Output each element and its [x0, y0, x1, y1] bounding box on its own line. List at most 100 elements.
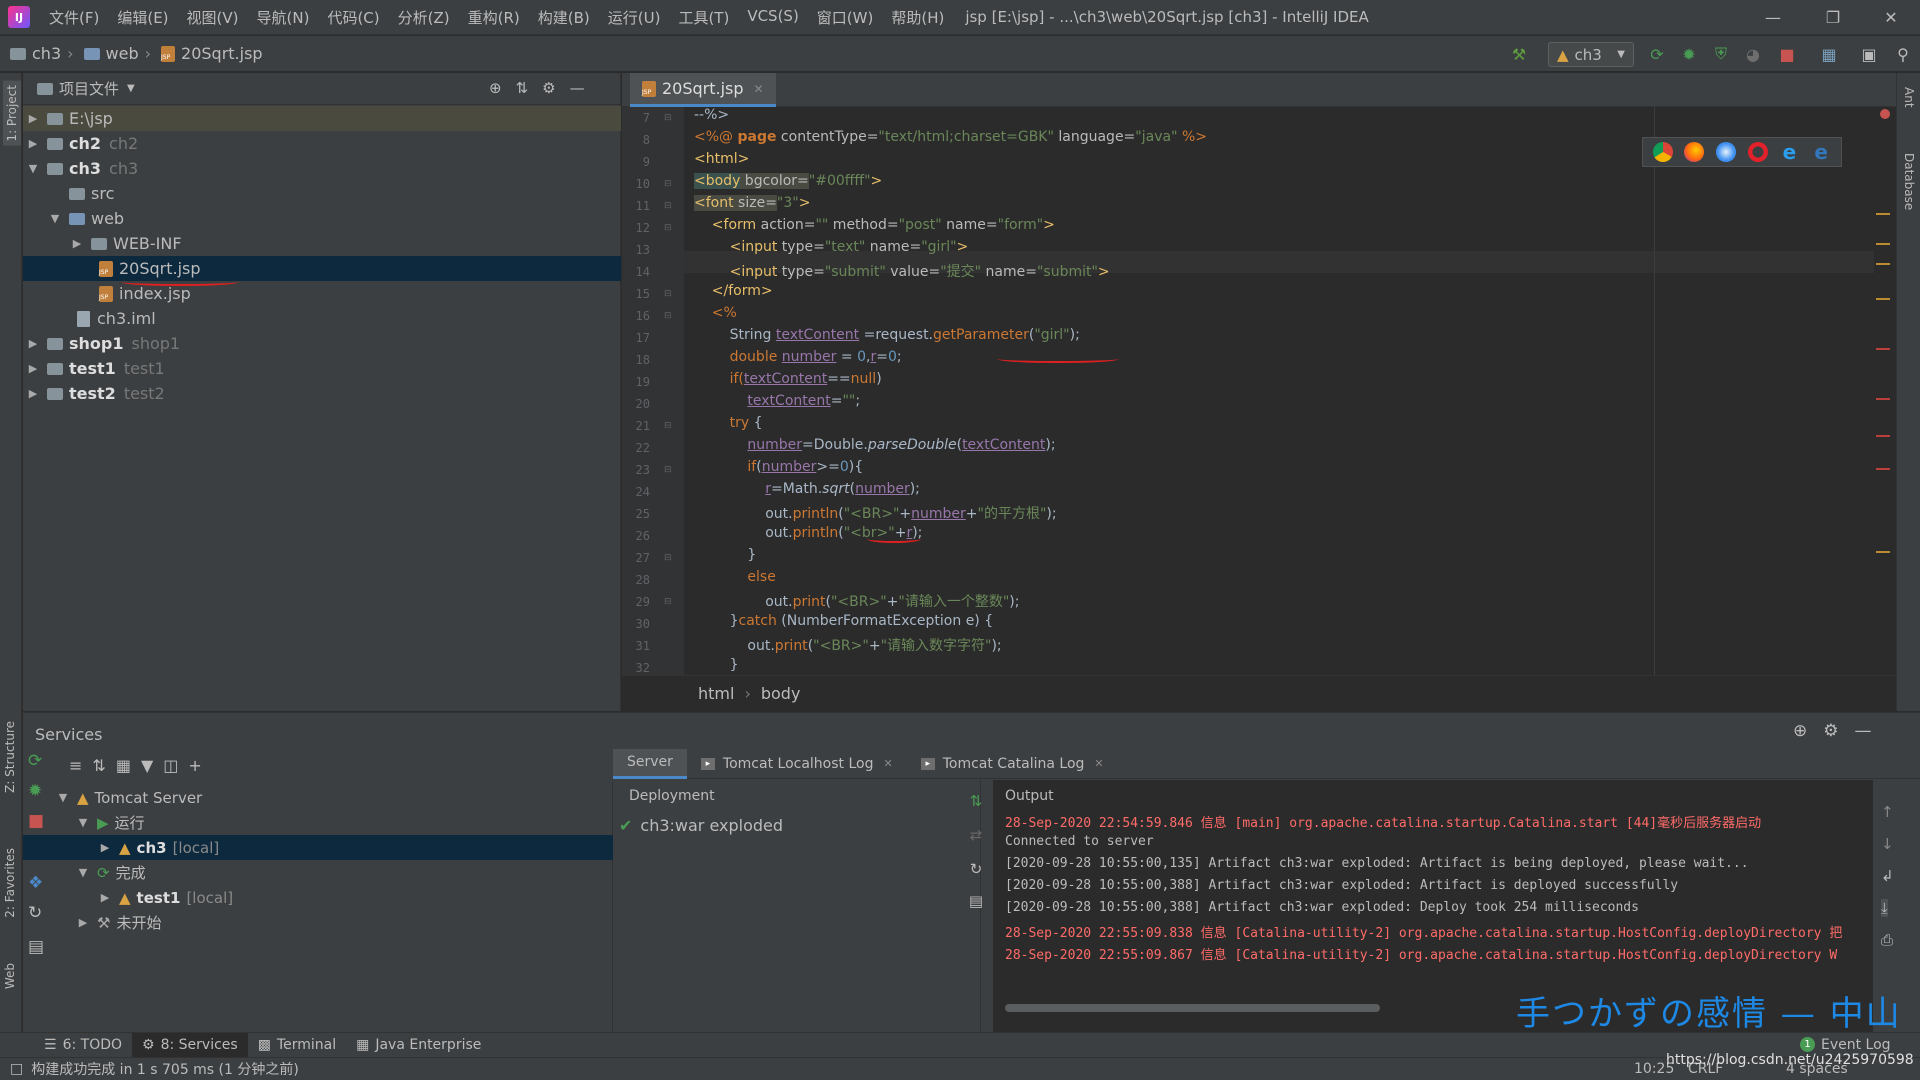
- rerun-icon[interactable]: ⟳: [1646, 44, 1668, 64]
- warning-marker[interactable]: [1876, 551, 1890, 553]
- fold-marker-icon[interactable]: ⊟: [664, 465, 672, 475]
- expand-icon[interactable]: ▶: [69, 237, 85, 250]
- fold-marker-icon[interactable]: ⊟: [664, 289, 672, 299]
- fold-marker-icon[interactable]: ⊟: [664, 421, 672, 431]
- tree-item-test1[interactable]: ▶ test1 test1: [23, 356, 621, 381]
- collapse-all-icon[interactable]: ⇅: [516, 79, 529, 97]
- structure-tool-button[interactable]: Z: Structure: [3, 721, 17, 793]
- tree-item-iml[interactable]: ch3.iml: [23, 306, 621, 331]
- menu-item[interactable]: 重构(R): [459, 7, 529, 28]
- project-structure-icon[interactable]: ▦: [1818, 44, 1840, 64]
- tab-server[interactable]: Server: [613, 748, 687, 779]
- error-marker[interactable]: [1876, 435, 1890, 437]
- warning-marker[interactable]: [1876, 263, 1890, 265]
- debug-bug-icon[interactable]: ✹: [1678, 44, 1700, 64]
- collapse-icon[interactable]: ▼: [47, 212, 63, 225]
- status-toggle-icon[interactable]: □: [10, 1061, 23, 1077]
- menu-item[interactable]: VCS(S): [738, 7, 807, 28]
- tree-item-index[interactable]: index.jsp: [23, 281, 621, 306]
- group-services-icon[interactable]: ▦: [116, 756, 131, 775]
- ant-tool-button[interactable]: Ant: [1902, 87, 1916, 108]
- editor-tab-20sqrt[interactable]: 20Sqrt.jsp ✕: [630, 73, 776, 107]
- scroll-down-icon[interactable]: ↓: [1881, 835, 1894, 853]
- tree-item-ch2[interactable]: ▶ ch2 ch2: [23, 131, 621, 156]
- locate-icon[interactable]: ⊕: [1793, 721, 1807, 741]
- chevron-down-icon[interactable]: ▼: [127, 83, 135, 94]
- close-tab-icon[interactable]: ✕: [883, 757, 892, 770]
- fold-marker-icon[interactable]: ⊟: [664, 179, 672, 189]
- service-tomcat-server[interactable]: ▼ ▲ Tomcat Server: [23, 785, 613, 810]
- horizontal-scrollbar[interactable]: [1005, 1004, 1380, 1012]
- tab-catalina-log[interactable]: ▸ Tomcat Catalina Log ✕: [907, 749, 1118, 779]
- project-tool-button[interactable]: 1: Project: [3, 81, 21, 146]
- crumb-html[interactable]: html: [698, 684, 734, 703]
- new-service-tab-icon[interactable]: ◫: [163, 756, 178, 775]
- menu-item[interactable]: 构建(B): [529, 7, 599, 28]
- menu-item[interactable]: 分析(Z): [389, 7, 459, 28]
- error-marker[interactable]: [1876, 348, 1890, 350]
- tree-item-root[interactable]: ▶ E:\jsp: [23, 106, 621, 131]
- services-tool-tab[interactable]: ⚙ 8: Services: [132, 1032, 248, 1058]
- internet-explorer-icon[interactable]: e: [1779, 142, 1799, 162]
- add-icon[interactable]: +: [188, 756, 201, 775]
- run-config-select[interactable]: ▲ ch3 ▼: [1548, 42, 1634, 67]
- rerun-icon[interactable]: ⟳: [28, 751, 42, 771]
- tree-item-web-inf[interactable]: ▶ WEB-INF: [23, 231, 621, 256]
- expand-icon[interactable]: ▶: [97, 891, 113, 904]
- tree-item-src[interactable]: src: [23, 181, 621, 206]
- hide-icon[interactable]: —: [570, 79, 585, 97]
- gear-icon[interactable]: ⚙: [1823, 721, 1838, 741]
- minimize-icon[interactable]: —: [1744, 0, 1802, 35]
- chrome-icon[interactable]: [1652, 142, 1673, 162]
- fold-marker-icon[interactable]: ⊟: [664, 201, 672, 211]
- expand-all-icon[interactable]: ≡: [69, 756, 82, 775]
- breadcrumb-ch3[interactable]: ch3 ›: [0, 44, 74, 63]
- breadcrumb-web[interactable]: web ›: [74, 44, 151, 63]
- restore-icon[interactable]: ❐: [1804, 0, 1862, 35]
- opera-icon[interactable]: [1747, 142, 1768, 162]
- warning-marker[interactable]: [1876, 298, 1890, 300]
- expand-icon[interactable]: ▶: [25, 112, 41, 125]
- service-test1[interactable]: ▶ ▲ test1 [local]: [23, 885, 613, 910]
- error-marker[interactable]: [1876, 468, 1890, 470]
- breadcrumb-file[interactable]: 20Sqrt.jsp: [151, 44, 263, 63]
- project-view-select[interactable]: 项目文件: [59, 78, 119, 99]
- profile-icon[interactable]: ◕: [1742, 44, 1764, 64]
- print-icon[interactable]: ⎙: [1881, 931, 1893, 949]
- menu-item[interactable]: 运行(U): [599, 7, 670, 28]
- filter-icon[interactable]: ▼: [141, 756, 153, 775]
- service-group-not-started[interactable]: ▶ ⚒ 未开始: [23, 910, 613, 935]
- service-group-running[interactable]: ▼ ▶ 运行: [23, 810, 613, 835]
- favorites-tool-button[interactable]: 2: Favorites: [3, 848, 17, 918]
- collapse-icon[interactable]: ▼: [75, 866, 91, 879]
- menu-item[interactable]: 代码(C): [318, 7, 388, 28]
- build-hammer-icon[interactable]: ⚒: [1508, 44, 1530, 64]
- menu-item[interactable]: 视图(V): [178, 7, 248, 28]
- fold-marker-icon[interactable]: ⊟: [664, 223, 672, 233]
- expand-icon[interactable]: ▶: [25, 137, 41, 150]
- service-ch3[interactable]: ▶ ▲ ch3 [local]: [23, 835, 613, 860]
- add-artifact-icon[interactable]: ▤: [967, 892, 985, 910]
- menu-item[interactable]: 文件(F): [40, 7, 108, 28]
- service-group-finished[interactable]: ▼ ⟳ 完成: [23, 860, 613, 885]
- menu-item[interactable]: 导航(N): [248, 7, 319, 28]
- expand-icon[interactable]: ▶: [97, 841, 113, 854]
- tree-item-web[interactable]: ▼ web: [23, 206, 621, 231]
- expand-icon[interactable]: ▶: [25, 337, 41, 350]
- expand-icon[interactable]: ▶: [25, 387, 41, 400]
- crumb-body[interactable]: body: [761, 684, 801, 703]
- scroll-to-end-icon[interactable]: ⤓: [1881, 899, 1888, 917]
- undeploy-icon[interactable]: ⇄: [967, 826, 985, 844]
- gear-icon[interactable]: ⚙: [542, 79, 555, 97]
- expand-icon[interactable]: ▶: [75, 916, 91, 929]
- deployment-item[interactable]: ✔ ch3:war exploded: [619, 816, 783, 835]
- close-window-icon[interactable]: ✕: [1862, 0, 1920, 35]
- refresh-icon[interactable]: ↻: [967, 860, 985, 878]
- java-enterprise-tool-tab[interactable]: ▦ Java Enterprise: [346, 1033, 491, 1058]
- close-tab-icon[interactable]: ✕: [754, 82, 764, 96]
- collapse-icon[interactable]: ▼: [55, 791, 71, 804]
- tree-item-20sqrt[interactable]: 20Sqrt.jsp: [23, 256, 621, 281]
- terminal-tool-tab[interactable]: ▩ Terminal: [248, 1033, 346, 1058]
- todo-tool-tab[interactable]: ☰ 6: TODO: [34, 1033, 132, 1058]
- edge-icon[interactable]: e: [1811, 142, 1831, 162]
